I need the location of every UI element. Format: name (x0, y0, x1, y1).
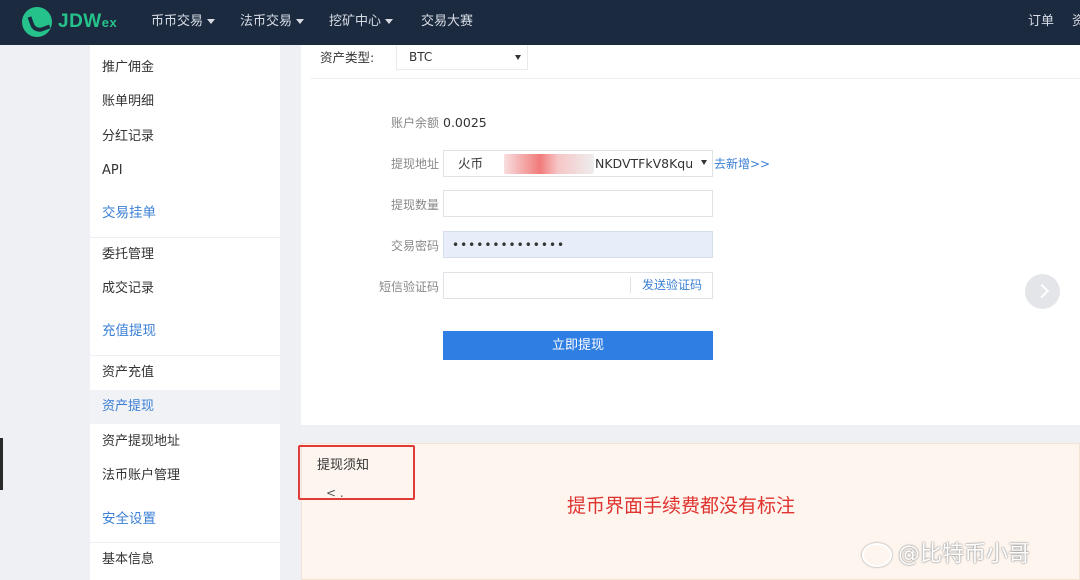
logo-icon (22, 7, 52, 37)
asset-type-select[interactable]: BTC (396, 45, 528, 70)
sidebar-section-security[interactable]: 安全设置 (102, 509, 156, 529)
chevron-down-icon (296, 19, 305, 24)
sms-code-label: 短信验证码 (378, 280, 439, 294)
withdraw-submit-button[interactable]: 立即提现 (443, 331, 713, 360)
watermark: @比特币小哥 (862, 541, 1030, 569)
sidebar-item-basic-info[interactable]: 基本信息 (102, 550, 154, 570)
sidebar-item-fiat-account[interactable]: 法币账户管理 (102, 466, 180, 486)
sidebar-item-order-management[interactable]: 委托管理 (102, 245, 154, 265)
logo-text: JDWex (58, 11, 118, 32)
nav-orders[interactable]: 订单 (1028, 12, 1054, 32)
sidebar-item-trade-history[interactable]: 成交记录 (102, 279, 154, 299)
address-tail: NKDVTFkV8Kqu (595, 156, 694, 171)
sidebar-item-referral[interactable]: 推广佣金 (102, 58, 154, 78)
annotation-text: 提币界面手续费都没有标注 (567, 495, 796, 517)
withdraw-address-select[interactable]: 火币 NKDVTFkV8Kqu (443, 150, 713, 177)
asset-type-label: 资产类型: (320, 50, 375, 65)
sidebar-section-orders[interactable]: 交易挂单 (102, 203, 156, 223)
watermark-text: @比特币小哥 (898, 542, 1031, 567)
nav-mining-center[interactable]: 挖矿中心 (329, 12, 394, 32)
trade-password-label: 交易密码 (390, 239, 439, 253)
send-code-button[interactable]: 发送验证码 (642, 277, 702, 293)
chevron-down-icon (385, 19, 394, 24)
top-navbar: JDWex 币币交易 法币交易 挖矿中心 交易大赛 订单 资 (0, 0, 1080, 45)
sidebar-item-dividends[interactable]: 分红记录 (102, 127, 154, 147)
logo[interactable]: JDWex (22, 6, 117, 38)
sidebar-divider (90, 355, 280, 356)
trade-password-input[interactable] (443, 231, 713, 258)
sidebar-item-withdraw-address[interactable]: 资产提现地址 (102, 432, 180, 452)
nav-assets[interactable]: 资 (1072, 12, 1080, 32)
address-label: 提现地址 (390, 157, 439, 171)
sidebar-divider (90, 542, 280, 543)
window-edge-marker (0, 438, 3, 490)
sidebar: 推广佣金 账单明细 分红记录 API 交易挂单 委托管理 成交记录 充值提现 资… (90, 45, 280, 580)
address-exchange-name: 火币 (458, 156, 484, 171)
redacted-address-blur (504, 154, 594, 174)
sidebar-item-asset-deposit[interactable]: 资产充值 (102, 363, 154, 383)
balance-value: 0.0025 (443, 115, 487, 130)
amount-label: 提现数量 (390, 198, 439, 212)
sidebar-section-deposit-withdraw[interactable]: 充值提现 (102, 321, 156, 341)
asset-type-value: BTC (409, 50, 433, 64)
weibo-icon (862, 543, 892, 567)
chevron-down-icon (515, 55, 521, 60)
add-new-address-link[interactable]: 去新增>> (714, 156, 770, 172)
sidebar-divider (90, 237, 280, 238)
send-code-divider (630, 277, 631, 293)
chevron-down-icon (701, 160, 707, 165)
nav-spot-trading[interactable]: 币币交易 (151, 12, 216, 32)
withdraw-amount-input[interactable] (443, 190, 713, 217)
balance-label: 账户余额 (390, 116, 439, 130)
nav-trading-contest[interactable]: 交易大赛 (421, 12, 473, 32)
nav-fiat-trading[interactable]: 法币交易 (240, 12, 305, 32)
annotation-highlight-box (298, 445, 415, 500)
chevron-down-icon (207, 19, 216, 24)
sidebar-item-bill-details[interactable]: 账单明细 (102, 92, 154, 112)
sidebar-item-asset-withdraw[interactable]: 资产提现 (102, 397, 154, 417)
chevron-right-icon[interactable] (1025, 274, 1060, 309)
sidebar-item-api[interactable]: API (102, 161, 123, 181)
panel-divider (310, 78, 1080, 79)
